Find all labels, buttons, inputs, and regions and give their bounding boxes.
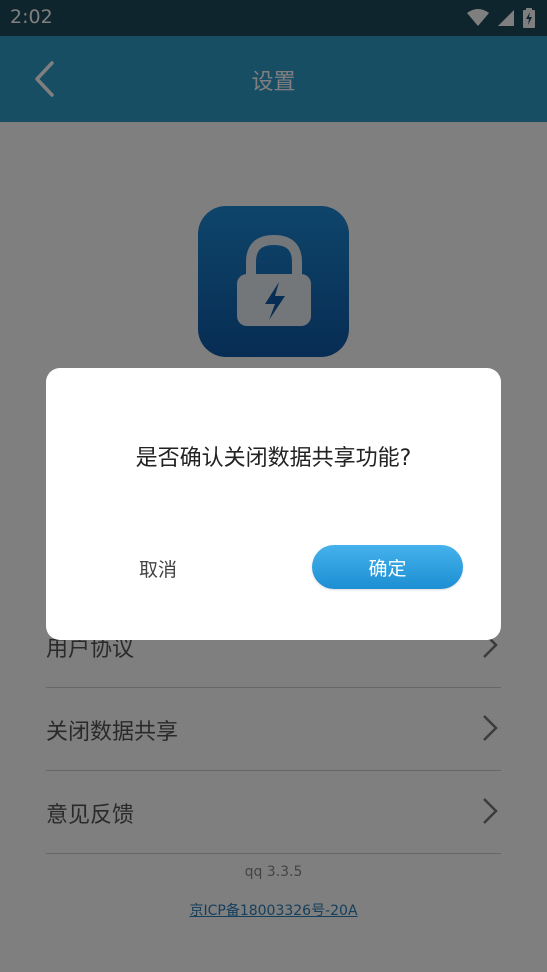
cancel-button[interactable]: 取消 — [108, 546, 208, 590]
dialog-message: 是否确认关闭数据共享功能? — [135, 446, 412, 471]
confirm-button[interactable]: 确定 — [312, 545, 463, 589]
confirm-dialog: 是否确认关闭数据共享功能? 取消 确定 — [46, 368, 501, 640]
